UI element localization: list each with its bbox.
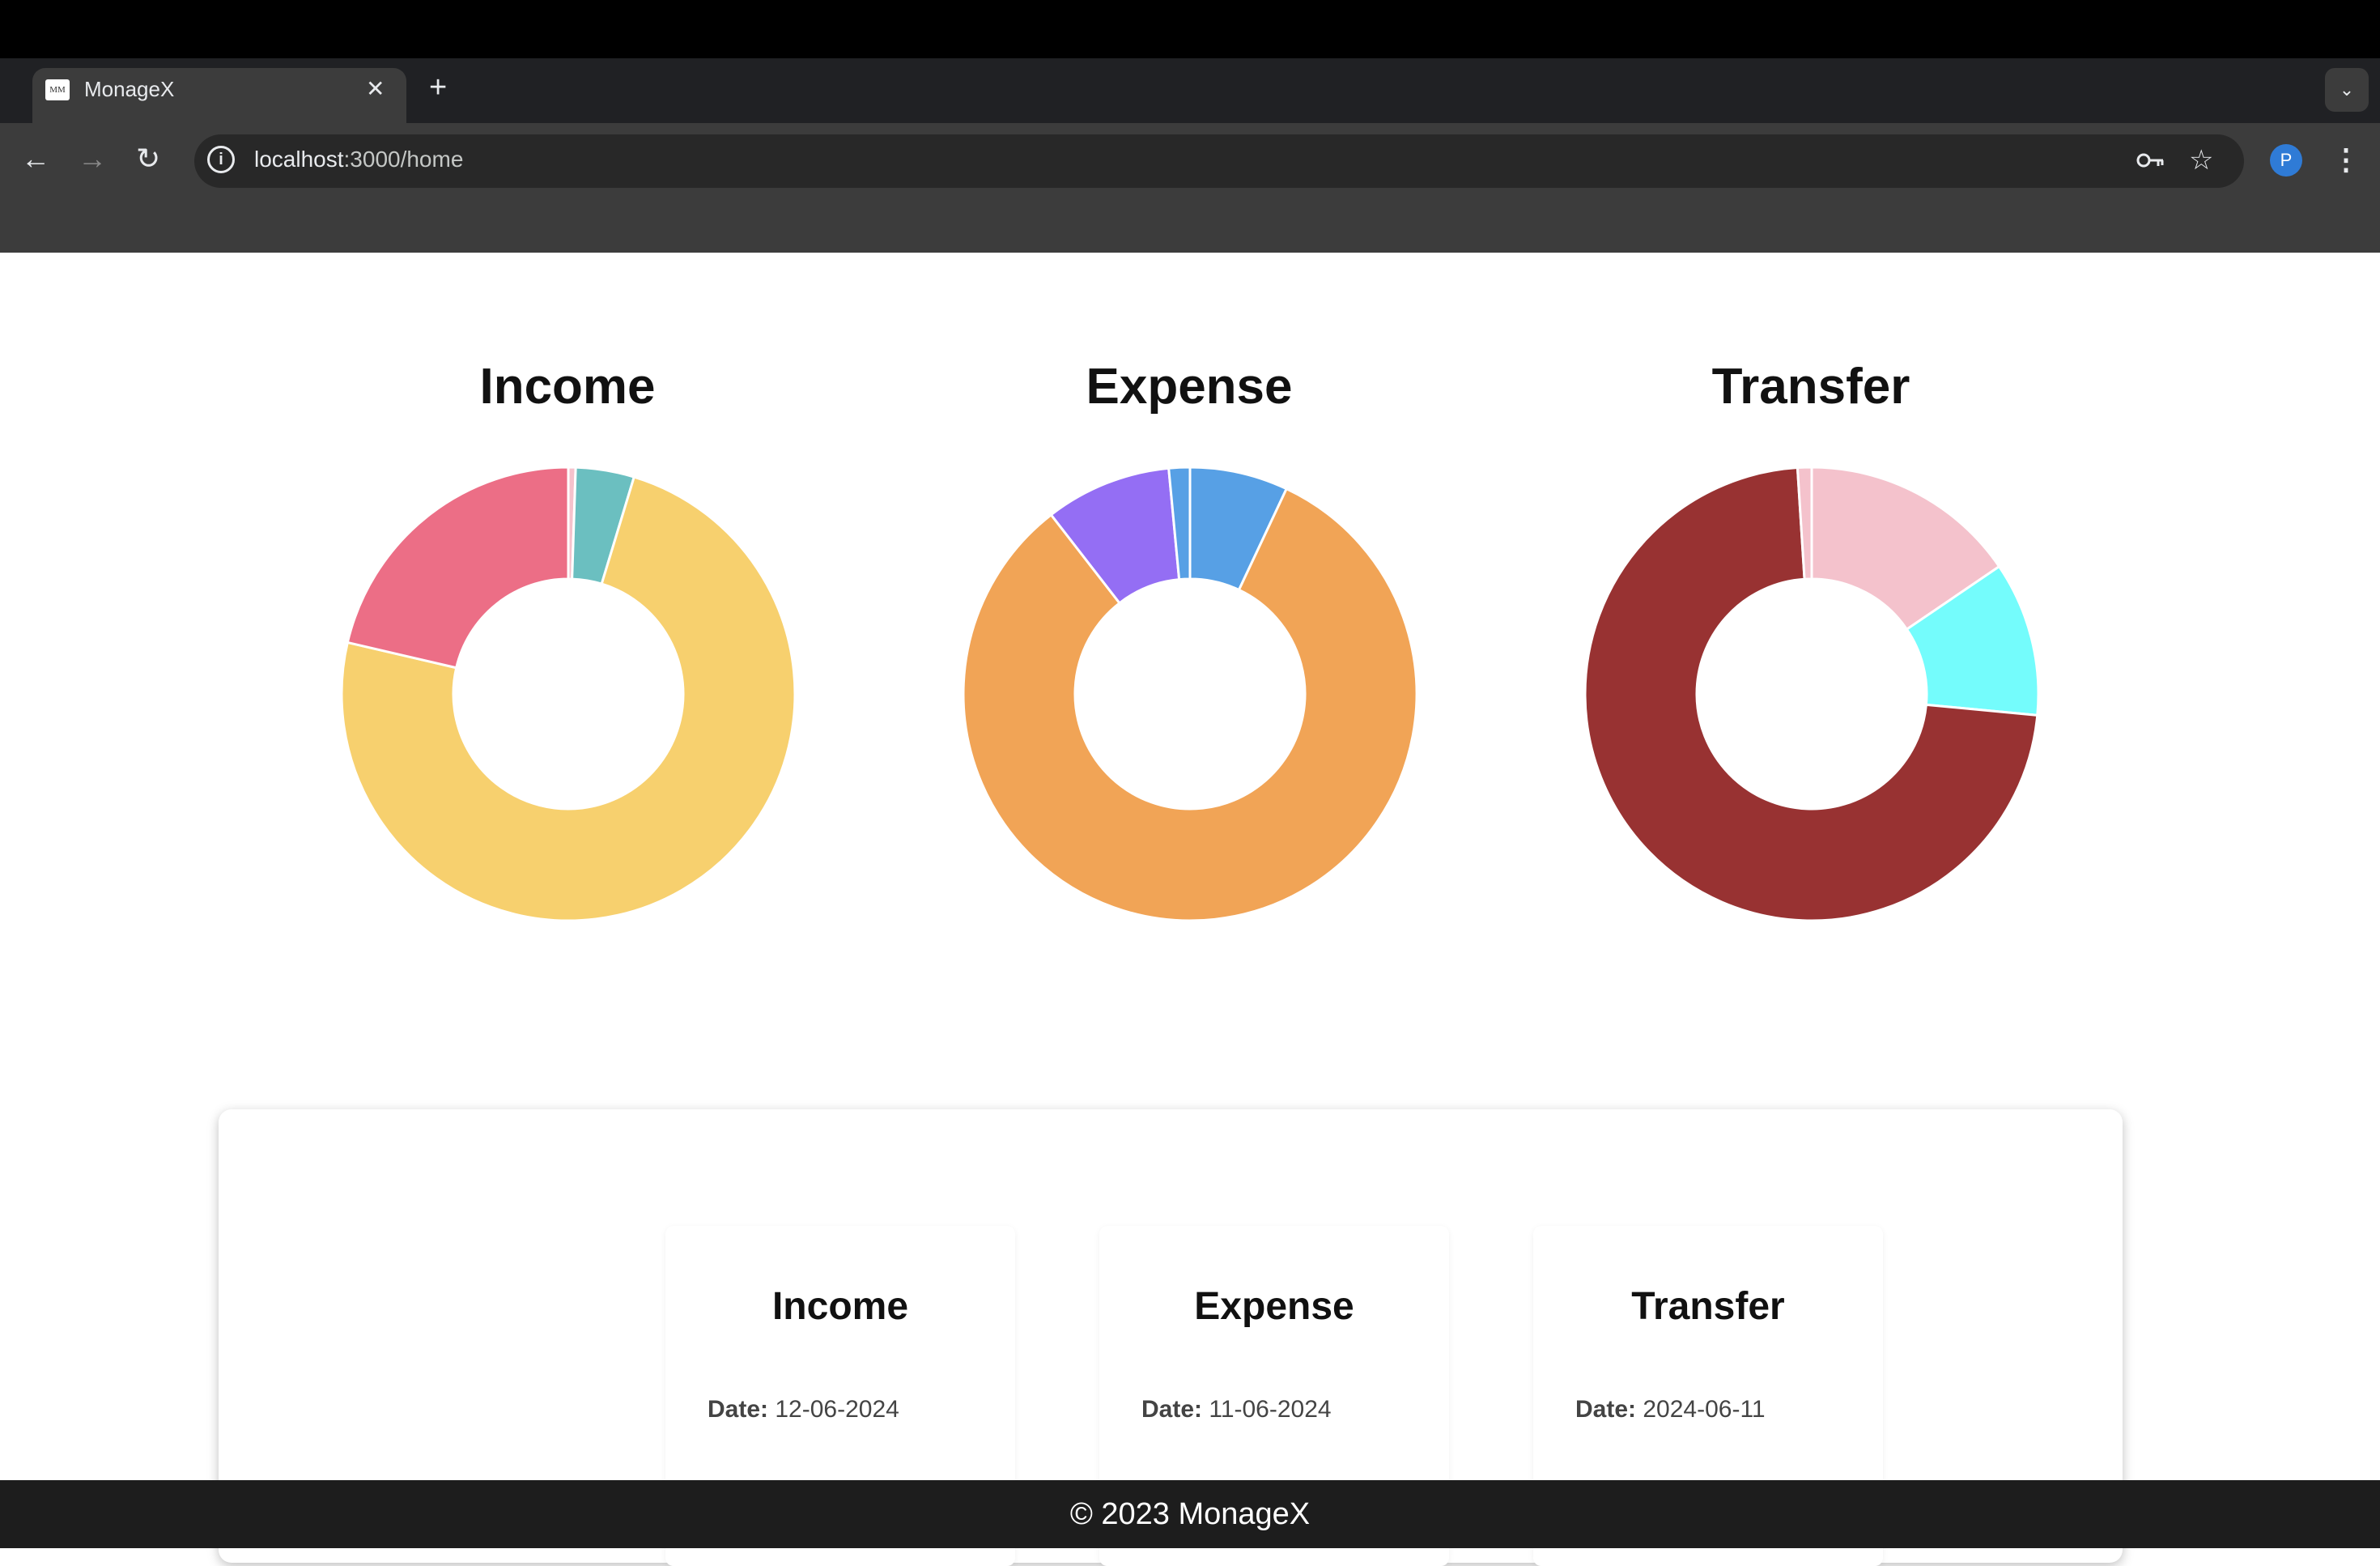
- income-card-date: Date: 12-06-2024: [708, 1396, 899, 1423]
- key-icon[interactable]: [2136, 144, 2165, 184]
- close-tab-icon[interactable]: ✕: [366, 74, 385, 104]
- url-text[interactable]: localhost:3000/home: [254, 147, 463, 172]
- tab-search-chevron-down-icon[interactable]: ⌄: [2325, 68, 2369, 112]
- footer: © 2023 MonageX: [0, 1480, 2380, 1548]
- expense-chart-title: Expense: [1086, 359, 1293, 415]
- site-info-icon[interactable]: i: [207, 146, 235, 173]
- income-card-title: Income: [771, 1285, 909, 1328]
- transfer-card-title: Transfer: [1631, 1285, 1785, 1328]
- transfer-card-date: Date: 2024-06-11: [1575, 1396, 1766, 1423]
- expense-card-title: Expense: [1194, 1285, 1354, 1328]
- expense-donut-chart: [963, 466, 1417, 921]
- expense-card-date: Date: 11-06-2024: [1141, 1396, 1332, 1423]
- forward-icon[interactable]: →: [78, 141, 107, 177]
- more-vert-icon[interactable]: ⋮: [2331, 143, 2361, 177]
- tab-favicon-icon: MM: [45, 79, 70, 100]
- reload-icon[interactable]: ↻: [136, 141, 160, 177]
- screen-top-bar: [0, 0, 2380, 58]
- back-icon[interactable]: ←: [21, 141, 50, 177]
- address-bar[interactable]: [194, 134, 2244, 188]
- profile-avatar[interactable]: P: [2270, 144, 2302, 177]
- tab-title[interactable]: MonageX: [84, 77, 174, 102]
- new-tab-button[interactable]: +: [429, 71, 447, 104]
- transfer-donut-chart: [1584, 466, 2039, 921]
- income-slice-3[interactable]: [346, 466, 570, 670]
- income-chart-title: Income: [479, 359, 656, 415]
- income-donut-chart: [341, 466, 796, 921]
- transfer-chart-title: Transfer: [1711, 359, 1910, 415]
- star-icon[interactable]: ☆: [2189, 144, 2213, 177]
